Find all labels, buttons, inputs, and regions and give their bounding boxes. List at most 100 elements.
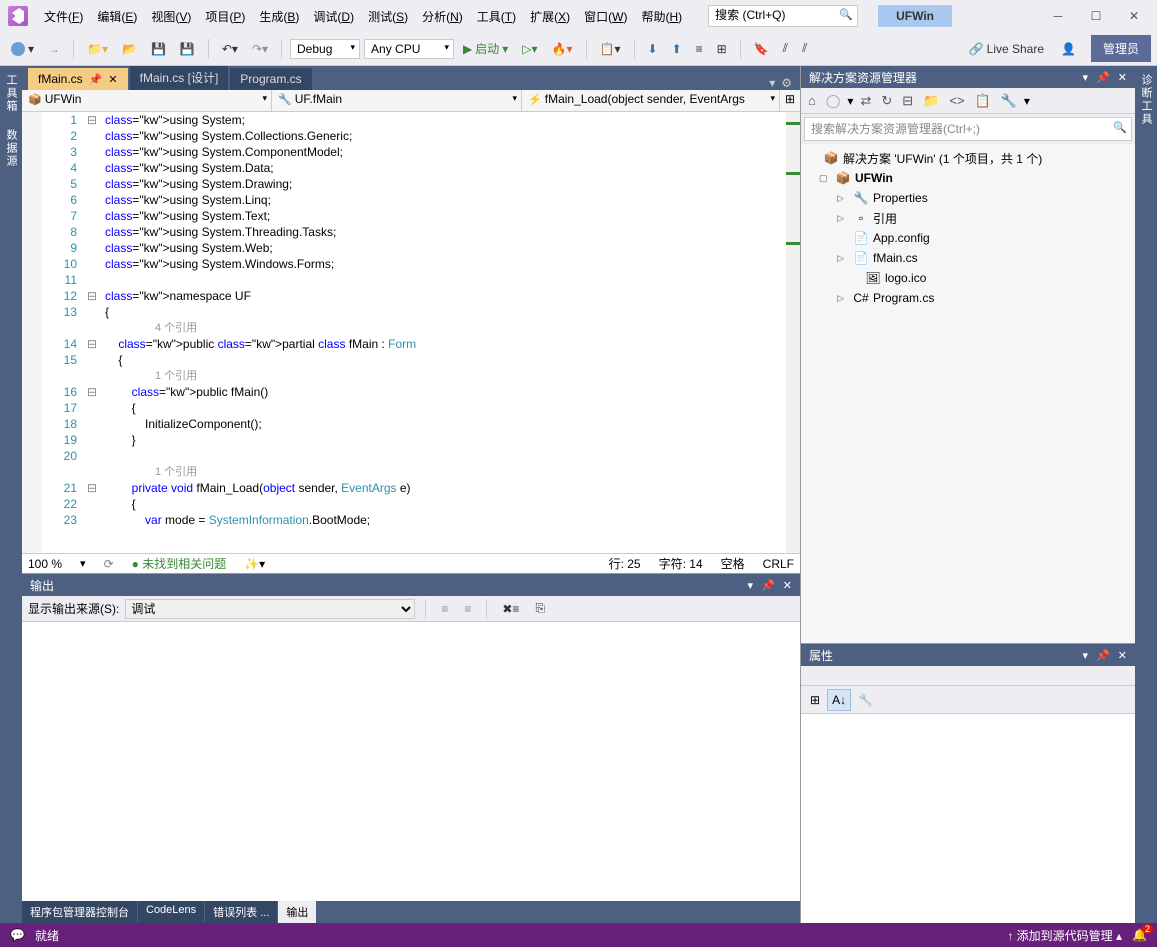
tree-project[interactable]: ▢📦UFWin [801, 168, 1135, 188]
menu-测试[interactable]: 测试(S) [362, 4, 414, 29]
comment-button[interactable]: ⫽ [778, 38, 793, 59]
sln-wrench-icon[interactable]: 🔧 [998, 91, 1020, 111]
tree-solution[interactable]: 📦解决方案 'UFWin' (1 个项目，共 1 个) [801, 148, 1135, 168]
open-button[interactable]: 📂 [117, 39, 142, 59]
bottom-tab[interactable]: 程序包管理器控制台 [22, 901, 138, 923]
maximize-button[interactable]: ☐ [1081, 9, 1111, 23]
tool-3[interactable]: ≡ [691, 39, 708, 59]
run-button[interactable]: ▶ 启动 ▾ [458, 37, 513, 60]
config-dropdown[interactable]: Debug [290, 39, 360, 59]
diagnostics-tab[interactable]: 诊断工具 [1135, 66, 1157, 134]
issues-indicator[interactable]: ● 未找到相关问题 [132, 555, 227, 572]
output-source-dropdown[interactable]: 调试 [125, 599, 415, 619]
hot-reload-button[interactable]: 🔥▾ [547, 39, 578, 59]
nav-scope-dropdown[interactable]: 📦 UFWin [22, 90, 272, 111]
nav-back-button[interactable]: ▾ [6, 39, 39, 59]
notifications-icon[interactable]: 🔔 [1132, 928, 1147, 942]
sln-showall-icon[interactable]: 📁 [920, 91, 942, 111]
menu-帮助[interactable]: 帮助(H) [635, 4, 688, 29]
redo-button[interactable]: ↷▾ [247, 39, 273, 59]
properties-object-dropdown[interactable] [801, 666, 1135, 686]
tab-close-icon[interactable]: ✕ [108, 73, 117, 86]
output-wrap-button[interactable]: ≡ [459, 599, 476, 619]
bottom-tab[interactable]: 输出 [278, 901, 317, 923]
nav-class-dropdown[interactable]: 🔧 UF.fMain [272, 90, 522, 111]
menu-视图[interactable]: 视图(V) [145, 4, 197, 29]
bottom-tab[interactable]: CodeLens [138, 901, 205, 923]
tree-item[interactable]: ▷📄fMain.cs [801, 248, 1135, 268]
save-button[interactable]: 💾 [146, 39, 171, 59]
sln-dropdown-icon[interactable]: ▾ [1083, 71, 1089, 84]
feedback-button[interactable]: 👤 [1056, 39, 1081, 59]
menu-项目[interactable]: 项目(P) [199, 4, 251, 29]
close-button[interactable]: ✕ [1119, 9, 1149, 23]
sln-pin-icon[interactable]: 📌 [1096, 71, 1110, 84]
tool-1[interactable]: ⬇ [643, 39, 663, 59]
output-pane-icon[interactable]: 💬 [10, 928, 25, 942]
prop-categorized-icon[interactable]: ⊞ [805, 689, 825, 711]
prop-wrench-icon[interactable]: 🔧 [853, 689, 878, 711]
solution-tree[interactable]: 📦解决方案 'UFWin' (1 个项目，共 1 个)▢📦UFWin▷🔧Prop… [801, 144, 1135, 643]
platform-dropdown[interactable]: Any CPU [364, 39, 454, 59]
nav-member-dropdown[interactable]: ⚡ fMain_Load(object sender, EventArgs [522, 90, 780, 111]
split-icon[interactable]: ⊞ [780, 90, 800, 111]
tree-item[interactable]: ▷C#Program.cs [801, 288, 1135, 308]
run-noattach-button[interactable]: ▷▾ [517, 39, 542, 59]
bookmark-button[interactable]: 🔖 [749, 39, 774, 59]
uncomment-button[interactable]: ⫽ [797, 38, 812, 59]
tool-2[interactable]: ⬆ [667, 39, 687, 59]
undo-button[interactable]: ↶▾ [217, 39, 243, 59]
menu-文件[interactable]: 文件(F) [38, 4, 89, 29]
tab-pin-icon[interactable]: ⚙ [781, 76, 792, 90]
prop-alpha-icon[interactable]: A↓ [827, 689, 851, 711]
output-clear-button[interactable]: ≡ [436, 599, 453, 619]
editor-tab[interactable]: fMain.cs📌✕ [28, 68, 128, 90]
bottom-tab[interactable]: 错误列表 ... [205, 901, 278, 923]
global-search-input[interactable]: 搜索 (Ctrl+Q) [708, 5, 858, 27]
sln-back-icon[interactable]: ◯ [823, 91, 844, 111]
output-clear2-button[interactable]: ✖≡ [497, 599, 524, 619]
tree-item[interactable]: 📄App.config [801, 228, 1135, 248]
solution-search-input[interactable]: 搜索解决方案资源管理器(Ctrl+;) [804, 117, 1132, 141]
prop-close-icon[interactable]: ✕ [1118, 649, 1127, 662]
sln-refresh-icon[interactable]: ↻ [878, 91, 895, 111]
tree-item[interactable]: 🖼logo.ico [801, 268, 1135, 288]
output-pin-icon[interactable]: 📌 [761, 579, 775, 592]
menu-窗口[interactable]: 窗口(W) [578, 4, 633, 29]
menu-调试[interactable]: 调试(D) [307, 4, 360, 29]
prop-pin-icon[interactable]: 📌 [1096, 649, 1110, 662]
code-editor[interactable]: 1234567891011121314151617181920212223 ⊟⊟… [22, 112, 800, 553]
new-project-button[interactable]: 📁▾ [82, 39, 113, 59]
tree-item[interactable]: ▷🔧Properties [801, 188, 1135, 208]
editor-tab[interactable]: fMain.cs [设计] [130, 66, 229, 90]
liveshare-button[interactable]: 🔗 Live Share [961, 39, 1052, 59]
sln-collapse-icon[interactable]: ⊟ [899, 91, 916, 111]
output-dropdown-icon[interactable]: ▾ [748, 579, 754, 592]
prop-dropdown-icon[interactable]: ▾ [1083, 649, 1089, 662]
sln-props-icon[interactable]: 📋 [972, 91, 994, 111]
scm-button[interactable]: ↑ 添加到源代码管理 ▴ [1007, 927, 1122, 944]
output-toggle-button[interactable]: ⎘ [530, 598, 550, 619]
sln-sync-icon[interactable]: ⇄ [857, 91, 874, 111]
menu-编辑[interactable]: 编辑(E) [91, 4, 143, 29]
minimize-button[interactable]: ─ [1043, 9, 1073, 23]
properties-grid[interactable] [801, 714, 1135, 923]
tab-pin-icon[interactable]: 📌 [89, 73, 103, 86]
nav-fwd-button[interactable]: → [43, 39, 65, 59]
output-textarea[interactable] [22, 622, 800, 901]
dock-tab[interactable]: 数据源 [0, 121, 22, 176]
sln-close-icon[interactable]: ✕ [1118, 71, 1127, 84]
menu-工具[interactable]: 工具(T) [471, 4, 522, 29]
zoom-dropdown[interactable]: 100 % [28, 557, 62, 571]
tree-item[interactable]: ▷▫引用 [801, 208, 1135, 228]
save-all-button[interactable]: 💾 [175, 39, 200, 59]
sln-home-icon[interactable]: ⌂ [805, 91, 819, 110]
sln-code-icon[interactable]: <> [946, 91, 967, 110]
menu-生成[interactable]: 生成(B) [253, 4, 305, 29]
scroll-overview[interactable] [786, 112, 800, 553]
menu-分析[interactable]: 分析(N) [416, 4, 469, 29]
output-close-icon[interactable]: ✕ [783, 579, 792, 592]
editor-tab[interactable]: Program.cs [230, 68, 311, 90]
tab-dropdown-icon[interactable]: ▾ [769, 76, 775, 90]
dock-tab[interactable]: 工具箱 [0, 66, 22, 121]
